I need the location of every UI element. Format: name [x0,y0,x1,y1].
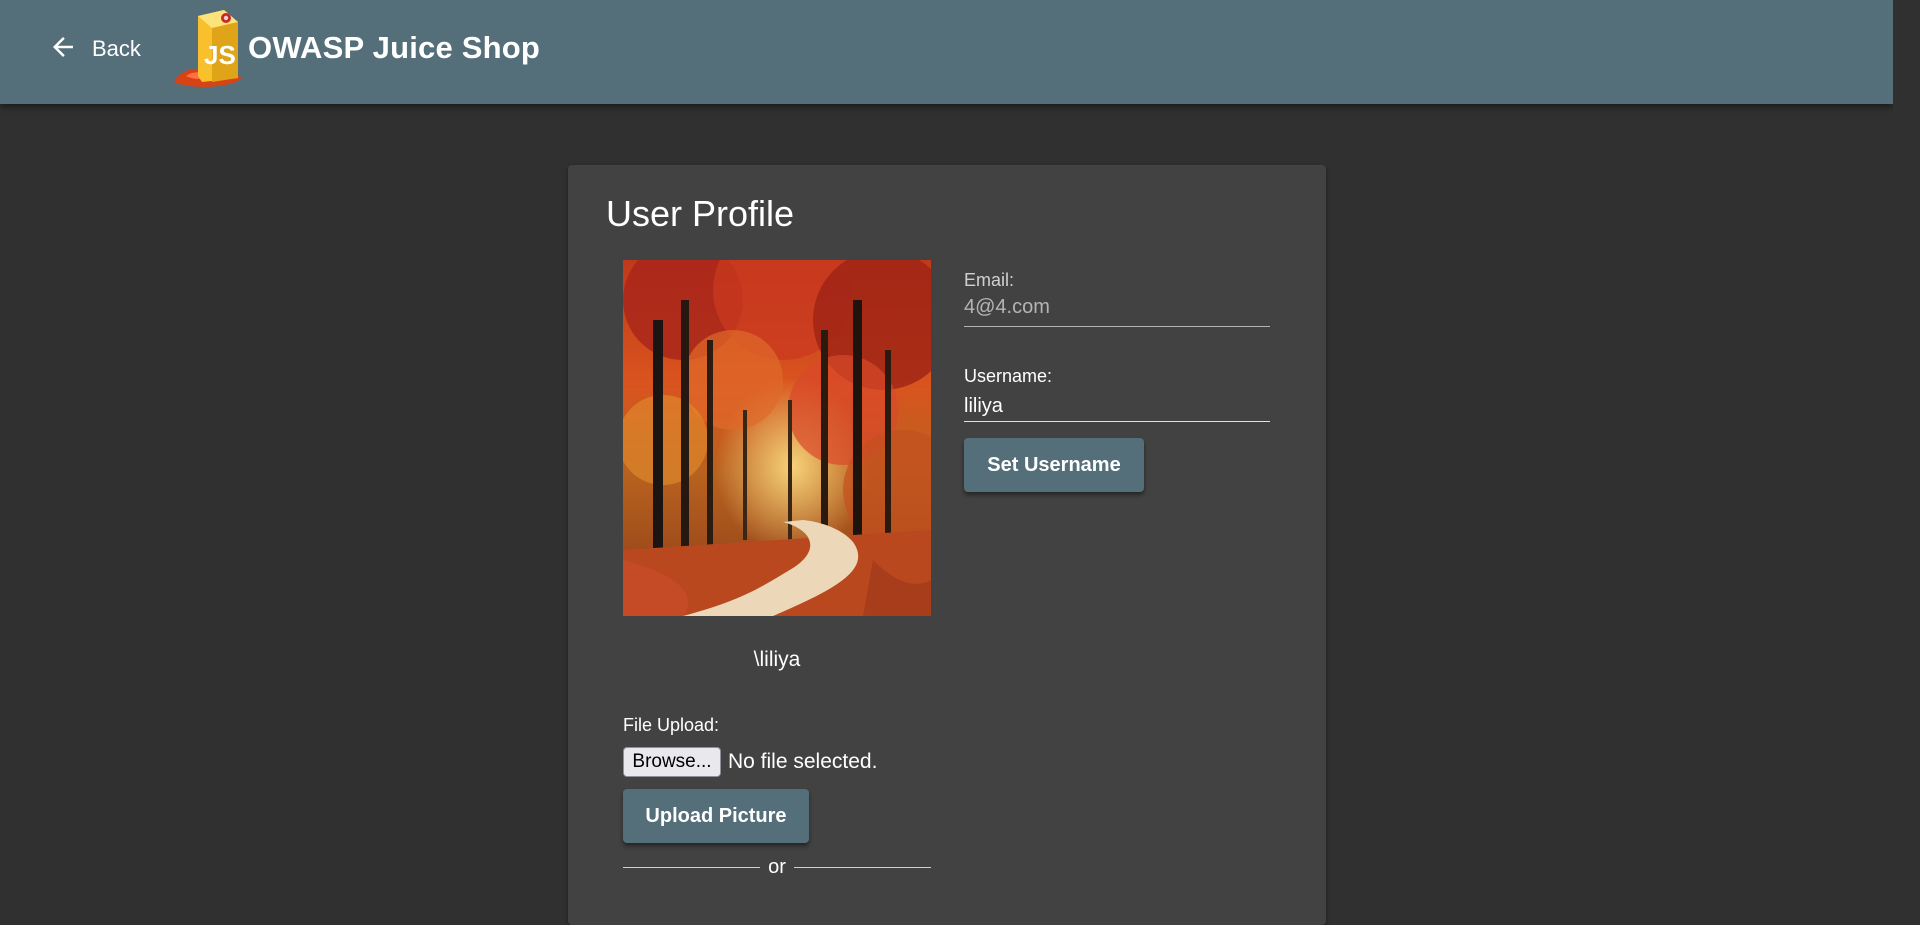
divider-line-right [793,866,932,868]
file-status-text: No file selected. [728,750,878,773]
user-profile-card: User Profile \liliya Email: 4@4.com User… [568,165,1326,925]
back-button[interactable]: Back [36,26,153,72]
arrow-left-icon [48,32,78,67]
upload-picture-button[interactable]: Upload Picture [623,789,809,843]
username-input[interactable] [964,391,1270,422]
page-scrollbar[interactable] [1893,0,1920,892]
email-label: Email: [964,270,1015,290]
or-text: or [768,855,786,878]
or-divider: or [623,855,932,879]
app-title[interactable]: OWASP Juice Shop [248,30,540,66]
top-toolbar: Back JS OWASP Juice Shop [0,0,1893,104]
divider-line-left [623,866,761,868]
back-label: Back [92,36,141,61]
username-label: Username: [964,366,1053,386]
browse-button[interactable]: Browse... [623,747,721,777]
profile-display-name: \liliya [753,648,801,671]
svg-text:JS: JS [204,40,236,70]
page-title: User Profile [606,193,795,234]
profile-picture [623,260,931,616]
file-upload-label: File Upload: [623,715,720,735]
email-field: 4@4.com [964,296,1270,327]
juice-shop-logo[interactable]: JS [172,6,248,88]
set-username-button[interactable]: Set Username [964,438,1144,492]
